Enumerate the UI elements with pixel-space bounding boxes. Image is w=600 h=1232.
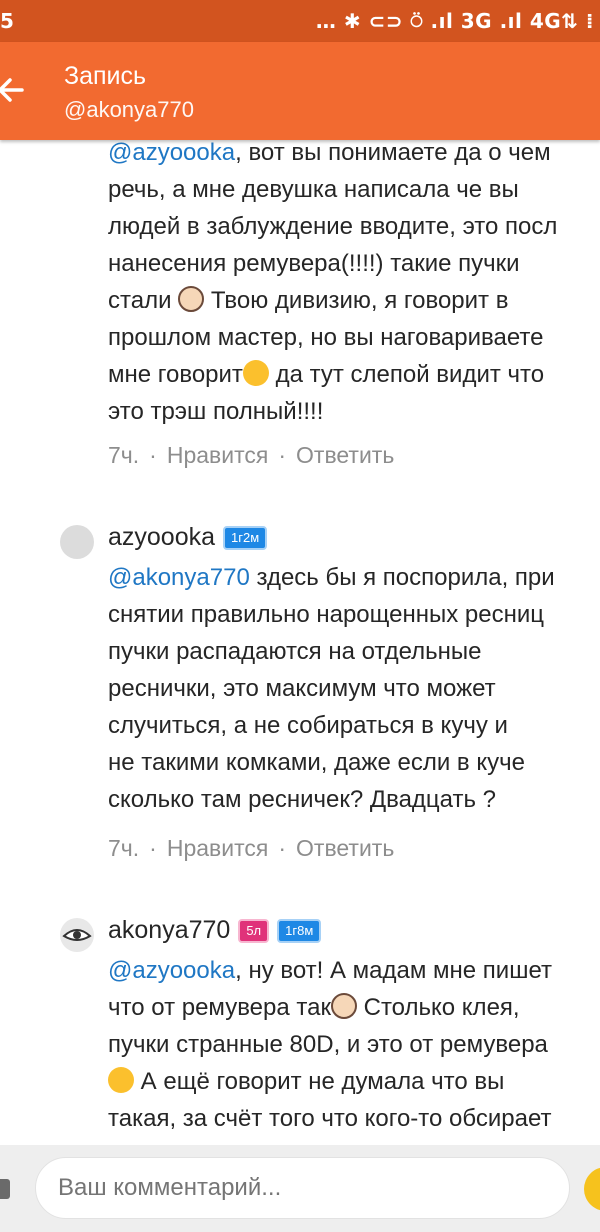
comment-text: здесь бы я поспорила, при	[249, 564, 555, 591]
back-arrow-icon[interactable]	[0, 72, 24, 108]
reply-button[interactable]: Ответить	[296, 442, 394, 468]
comment-text: Твою дивизию, я говорит в	[204, 287, 509, 314]
comment-text: мне говорит	[108, 361, 243, 388]
comment-line: @azyoooka, вот вы понимаете да о чем	[108, 140, 600, 171]
comment-line: что от ремувера так Столько клея,	[108, 989, 600, 1026]
comment-line: пучки странные 80D, и это от ремувера	[108, 1031, 548, 1058]
page-subtitle[interactable]: @akonya770	[64, 97, 194, 123]
avatar[interactable]	[60, 918, 94, 952]
status-time: 5	[0, 9, 14, 33]
comment-body: @akonya770 здесь бы я поспорила, при сня…	[108, 559, 600, 818]
comment-time: 7ч.	[108, 442, 140, 468]
grin-emoji-icon	[242, 360, 269, 386]
comment-text: что от ремувера так	[108, 994, 331, 1021]
comment-text: стали	[108, 287, 172, 314]
comment-line: случиться, а не собираться в кучу и	[108, 712, 508, 739]
mention-link[interactable]: @akonya770	[108, 564, 250, 591]
tenure-badge: 1г2м	[223, 525, 268, 550]
comment-body: @azyoooka, вот вы понимаете да о чем реч…	[108, 140, 600, 430]
tenure-badge: 1г8м	[277, 918, 322, 943]
comment-line: людей в заблуждение вводите, это посл	[108, 213, 558, 240]
comment-meta: 7ч. · Нравится · Ответить	[108, 835, 395, 861]
comment-text: , ну вот! А мадам мне пишет	[235, 957, 553, 984]
comment-line: @azyoooka, ну вот! А мадам мне пишет	[108, 952, 600, 989]
comment-line: мне говорит да тут слепой видит что	[108, 356, 600, 393]
comment-input-bar	[0, 1145, 600, 1232]
like-button[interactable]: Нравится	[167, 442, 269, 468]
comment-text: Столько клея,	[356, 994, 520, 1021]
status-bar: 5 … ✱ ⊂⊃ ⍥ .ıl 3G .ıl 4G⇅ ⁞	[0, 0, 600, 42]
reply-button[interactable]: Ответить	[296, 835, 394, 861]
comment-line: это трэш полный!!!!	[108, 398, 324, 425]
app-bar: Запись @akonya770	[0, 42, 600, 140]
like-button[interactable]: Нравится	[167, 835, 269, 861]
mention-link[interactable]: @azyoooka	[108, 957, 235, 984]
comment-body: @azyoooka, ну вот! А мадам мне пишет что…	[108, 952, 600, 1137]
comment-line: речь, а мне девушка написала че вы	[108, 176, 519, 203]
comment-text: да тут слепой видит что	[268, 361, 545, 388]
comment-line: прошлом мастер, но вы наговариваете	[108, 324, 544, 351]
comment-text: , вот вы понимаете да о чем	[235, 140, 551, 166]
laughing-emoji-icon	[108, 1067, 134, 1093]
comment-line: такая, за счёт того что кого-то обсирает	[108, 1105, 552, 1132]
eye-avatar-icon	[62, 929, 92, 941]
mention-link[interactable]: @azyoooka	[108, 140, 235, 166]
status-indicators: … ✱ ⊂⊃ ⍥ .ıl 3G .ıl 4G⇅ ⁞	[315, 9, 594, 33]
author-name[interactable]: akonya770	[108, 916, 230, 945]
comment-line: нанесения ремувера(!!!!) такие пучки	[108, 250, 520, 277]
facepalm-emoji-icon	[178, 286, 205, 312]
comment-author[interactable]: azyoooka 1г2м	[108, 523, 268, 552]
comment-line: сколько там ресничек? Двадцать ?	[108, 786, 497, 813]
attachment-icon[interactable]	[0, 1179, 10, 1199]
comment-author[interactable]: akonya770 5л 1г8м	[108, 916, 322, 945]
comment-line: реснички, это максимум что может	[108, 675, 496, 702]
comment-line: снятии правильно нарощенных ресниц	[108, 601, 544, 628]
comment-line: А ещё говорит не думала что вы	[108, 1063, 600, 1100]
author-name[interactable]: azyoooka	[108, 523, 215, 552]
comment-line: стали Твою дивизию, я говорит в	[108, 282, 600, 319]
age-badge: 5л	[238, 918, 270, 943]
emoji-picker-icon[interactable]	[584, 1167, 600, 1211]
comment-time: 7ч.	[108, 835, 140, 861]
comment-line: пучки распадаются на отдельные	[108, 638, 482, 665]
comments-list[interactable]: @azyoooka, вот вы понимаете да о чем реч…	[0, 140, 600, 1145]
comment-input[interactable]	[35, 1157, 570, 1219]
comment-meta: 7ч. · Нравится · Ответить	[108, 442, 395, 468]
avatar[interactable]	[60, 525, 94, 559]
page-title: Запись	[64, 62, 147, 90]
comment-line: @akonya770 здесь бы я поспорила, при	[108, 559, 600, 596]
comment-text: А ещё говорит не думала что вы	[134, 1068, 505, 1095]
comment-line: не такими комками, даже если в куче	[108, 749, 525, 776]
facepalm-emoji-icon	[330, 993, 357, 1019]
